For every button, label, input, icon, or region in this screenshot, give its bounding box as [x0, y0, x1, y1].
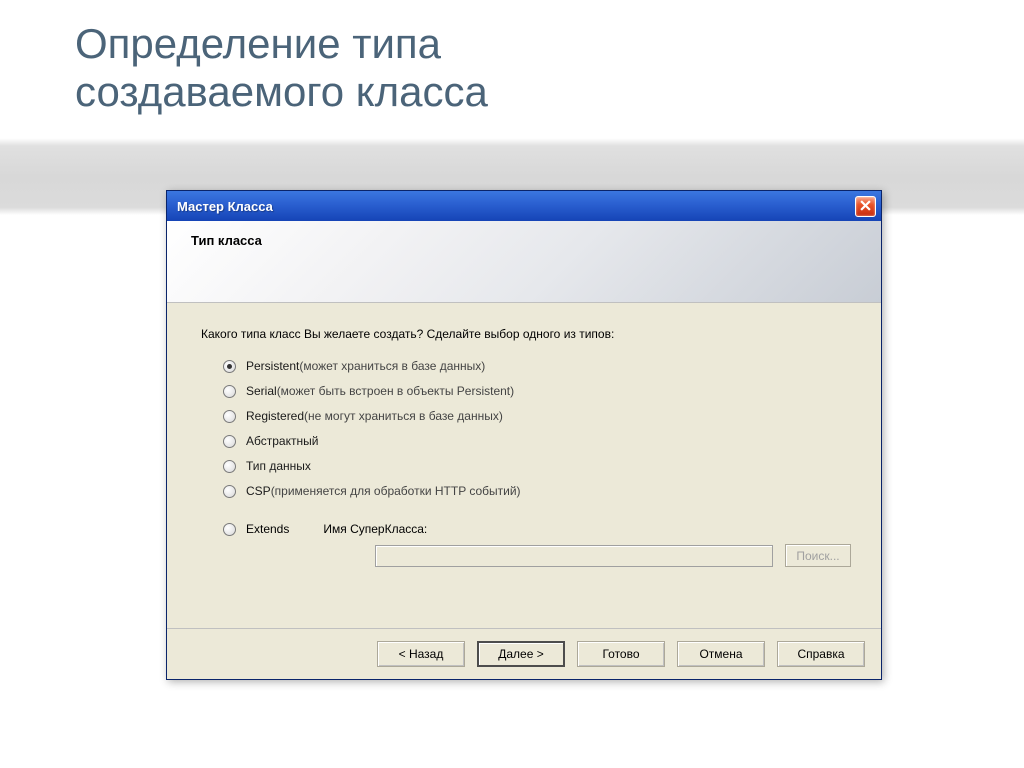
superclass-label: Имя СуперКласса: — [323, 522, 427, 536]
slide-title: Определение типа создаваемого класса — [75, 20, 488, 117]
radio-hint: (не могут храниться в базе данных) — [304, 409, 503, 423]
radio-icon — [223, 360, 236, 373]
radio-option-datatype[interactable]: Тип данных — [223, 459, 851, 473]
header-panel: Тип класса — [167, 221, 881, 303]
radio-label: Extends — [246, 522, 289, 536]
browse-button[interactable]: Поиск... — [785, 544, 851, 567]
radio-option-persistent[interactable]: Persistent (может храниться в базе данны… — [223, 359, 851, 373]
help-button[interactable]: Справка — [777, 641, 865, 667]
close-icon — [860, 199, 871, 214]
radio-hint: (применяется для обработки HTTP событий) — [271, 484, 521, 498]
radio-label: Тип данных — [246, 459, 311, 473]
radio-option-csp[interactable]: CSP (применяется для обработки HTTP собы… — [223, 484, 851, 498]
radio-icon — [223, 460, 236, 473]
slide-title-line2: создаваемого класса — [75, 68, 488, 115]
body-panel: Какого типа класс Вы желаете создать? Сд… — [167, 303, 881, 567]
slide-title-line1: Определение типа — [75, 20, 441, 67]
radio-option-serial[interactable]: Serial (может быть встроен в объекты Per… — [223, 384, 851, 398]
finish-button[interactable]: Готово — [577, 641, 665, 667]
radio-icon — [223, 385, 236, 398]
radio-label: CSP — [246, 484, 271, 498]
radio-option-abstract[interactable]: Абстрактный — [223, 434, 851, 448]
titlebar[interactable]: Мастер Класса — [167, 191, 881, 221]
radio-hint: (может храниться в базе данных) — [299, 359, 485, 373]
superclass-input[interactable] — [375, 545, 773, 567]
radio-label: Registered — [246, 409, 304, 423]
wizard-dialog: Мастер Класса Тип класса Какого типа кла… — [166, 190, 882, 680]
superclass-field-row: Поиск... — [375, 544, 851, 567]
close-button[interactable] — [855, 196, 876, 217]
back-button[interactable]: < Назад — [377, 641, 465, 667]
next-button[interactable]: Далее > — [477, 641, 565, 667]
radio-label: Serial — [246, 384, 277, 398]
radio-label: Абстрактный — [246, 434, 318, 448]
button-bar: < Назад Далее > Готово Отмена Справка — [167, 628, 881, 667]
prompt-text: Какого типа класс Вы желаете создать? Сд… — [201, 327, 851, 341]
radio-option-extends[interactable]: Extends Имя СуперКласса: — [223, 522, 851, 536]
radio-label: Persistent — [246, 359, 299, 373]
header-label: Тип класса — [191, 233, 262, 248]
radio-icon — [223, 435, 236, 448]
radio-group: Persistent (может храниться в базе данны… — [223, 359, 851, 498]
titlebar-text: Мастер Класса — [177, 199, 273, 214]
radio-hint: (может быть встроен в объекты Persistent… — [277, 384, 514, 398]
radio-icon — [223, 523, 236, 536]
radio-icon — [223, 410, 236, 423]
radio-option-registered[interactable]: Registered (не могут храниться в базе да… — [223, 409, 851, 423]
radio-icon — [223, 485, 236, 498]
cancel-button[interactable]: Отмена — [677, 641, 765, 667]
